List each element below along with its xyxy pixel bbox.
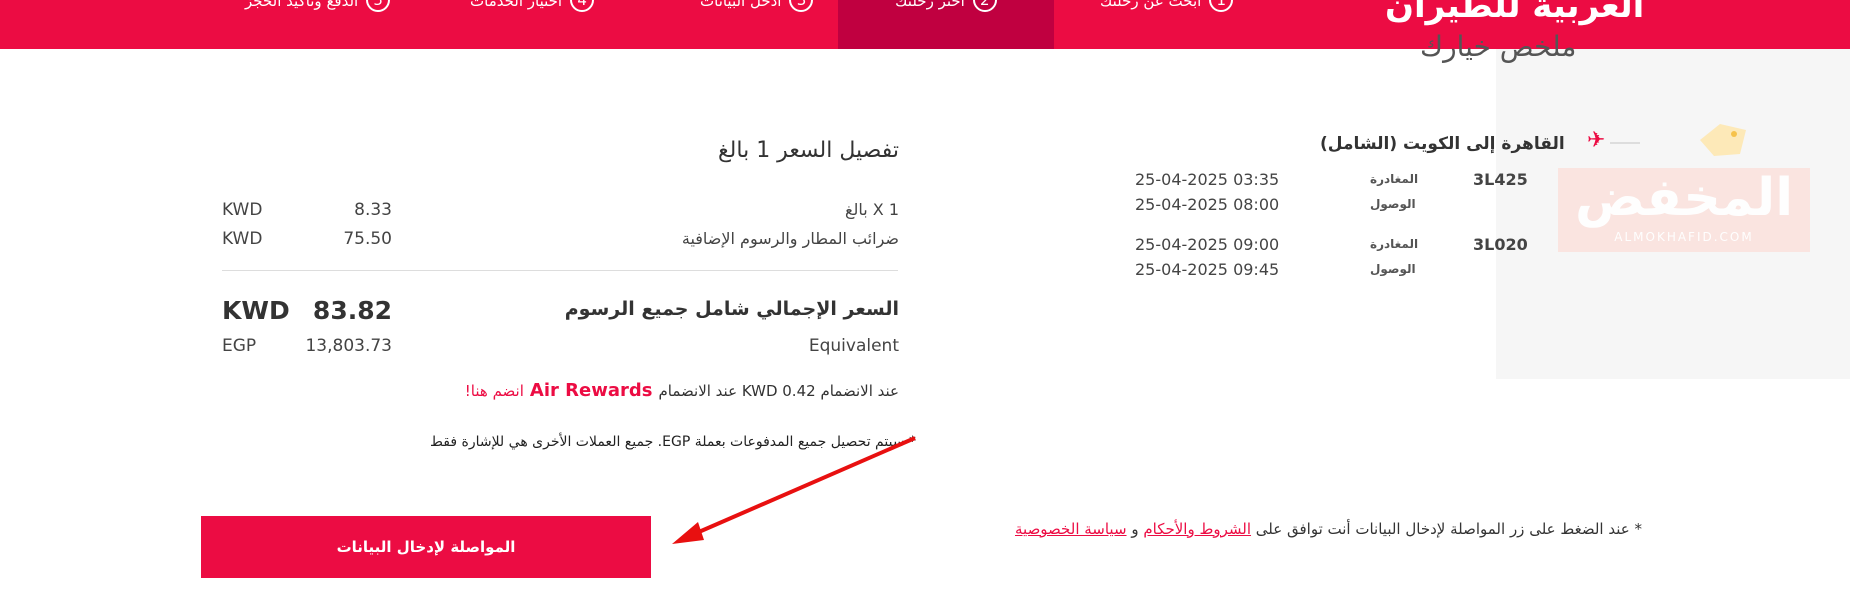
step-5-number: 5 (366, 0, 390, 12)
departure-time: 25-04-2025 03:35 (1135, 170, 1280, 189)
privacy-link[interactable]: سياسة الخصوصية (1015, 520, 1127, 538)
step-2-number: 2 (972, 0, 997, 12)
fare-row-label: 1 X بالغ (844, 200, 899, 219)
step-4-label: اختيار الخدمات (470, 0, 563, 10)
step-1-label: ابحث عن رحلتك (1100, 0, 1202, 10)
step-1-number: 1 (1209, 0, 1234, 12)
step-3[interactable]: أدخل البيانات 3 (700, 0, 830, 49)
continue-to-passenger-details-button[interactable]: المواصلة لإدخال البيانات (201, 516, 651, 578)
departure-time: 25-04-2025 09:00 (1135, 235, 1280, 254)
arrival-label: الوصول (1370, 262, 1416, 276)
fare-row-currency: KWD (222, 200, 263, 220)
step-5-label: الدفع وتأكيد الحجز (245, 0, 359, 10)
step-2-active[interactable]: اختر رحلتك 2 (838, 0, 1054, 49)
fare-row-label: ضرائب المطار والرسوم الإضافية (681, 229, 899, 248)
rewards-prefix: عند الانضمام KWD 0.42 عند الانضمام (658, 381, 899, 400)
departure-label: المغادرة (1370, 172, 1419, 186)
departure-label: المغادرة (1370, 237, 1419, 251)
arrival-label: الوصول (1370, 197, 1416, 211)
fare-divider (222, 270, 898, 271)
route-title: القاهرة إلى الكويت (الشامل) (1320, 134, 1565, 154)
total-currency: KWD (222, 296, 290, 325)
watermark-subtext: ALMOKHAFID.COM (1614, 230, 1754, 244)
flight-number: 3L425 (1473, 170, 1528, 189)
rewards-line: عند الانضمام KWD 0.42 عند الانضمام Air R… (465, 380, 899, 401)
arrival-time: 25-04-2025 09:45 (1135, 260, 1280, 279)
price-tag-icon (1700, 124, 1746, 156)
step-3-label: أدخل البيانات (700, 0, 782, 10)
terms-and: و (1131, 520, 1139, 538)
watermark-text: المخفض (1574, 168, 1794, 228)
arrow-annotation-icon (672, 436, 916, 544)
equivalent-currency: EGP (222, 336, 257, 356)
fare-row-currency: KWD (222, 229, 263, 249)
route-line (1610, 142, 1640, 144)
join-link[interactable]: انضم هنا! (465, 382, 524, 400)
summary-subtitle: ملخص خيارك (1420, 30, 1577, 63)
fare-row-amount: 75.50 (343, 229, 392, 249)
terms-line: * عند الضغط على زر المواصلة لإدخال البيا… (1015, 520, 1642, 538)
brand-title: العربية للطيران (1385, 0, 1645, 26)
equivalent-amount: 13,803.73 (305, 336, 392, 356)
step-1[interactable]: ابحث عن رحلتك 1 (1100, 0, 1270, 49)
terms-prefix: * عند الضغط على زر المواصلة لإدخال البيا… (1255, 520, 1642, 538)
watermark-logo: المخفض ALMOKHAFID.COM (1558, 168, 1810, 252)
arrival-time: 25-04-2025 08:00 (1135, 195, 1280, 214)
fare-title: تفصيل السعر 1 بالغ (717, 138, 899, 163)
terms-link[interactable]: الشروط والأحكام (1143, 520, 1251, 538)
step-4[interactable]: اختيار الخدمات 4 (470, 0, 610, 49)
fare-row-amount: 8.33 (354, 200, 392, 220)
flight-number: 3L020 (1473, 235, 1528, 254)
air-rewards-logo: Air Rewards (529, 380, 653, 401)
equivalent-label: Equivalent (808, 336, 899, 356)
step-3-number: 3 (789, 0, 814, 12)
step-4-number: 4 (570, 0, 595, 12)
step-2-label: اختر رحلتك (895, 0, 965, 10)
total-amount: 83.82 (312, 296, 392, 325)
step-5[interactable]: الدفع وتأكيد الحجز 5 (245, 0, 390, 49)
plane-icon: ✈ (1587, 128, 1606, 153)
total-label: السعر الإجمالي شامل جميع الرسوم (564, 298, 899, 320)
